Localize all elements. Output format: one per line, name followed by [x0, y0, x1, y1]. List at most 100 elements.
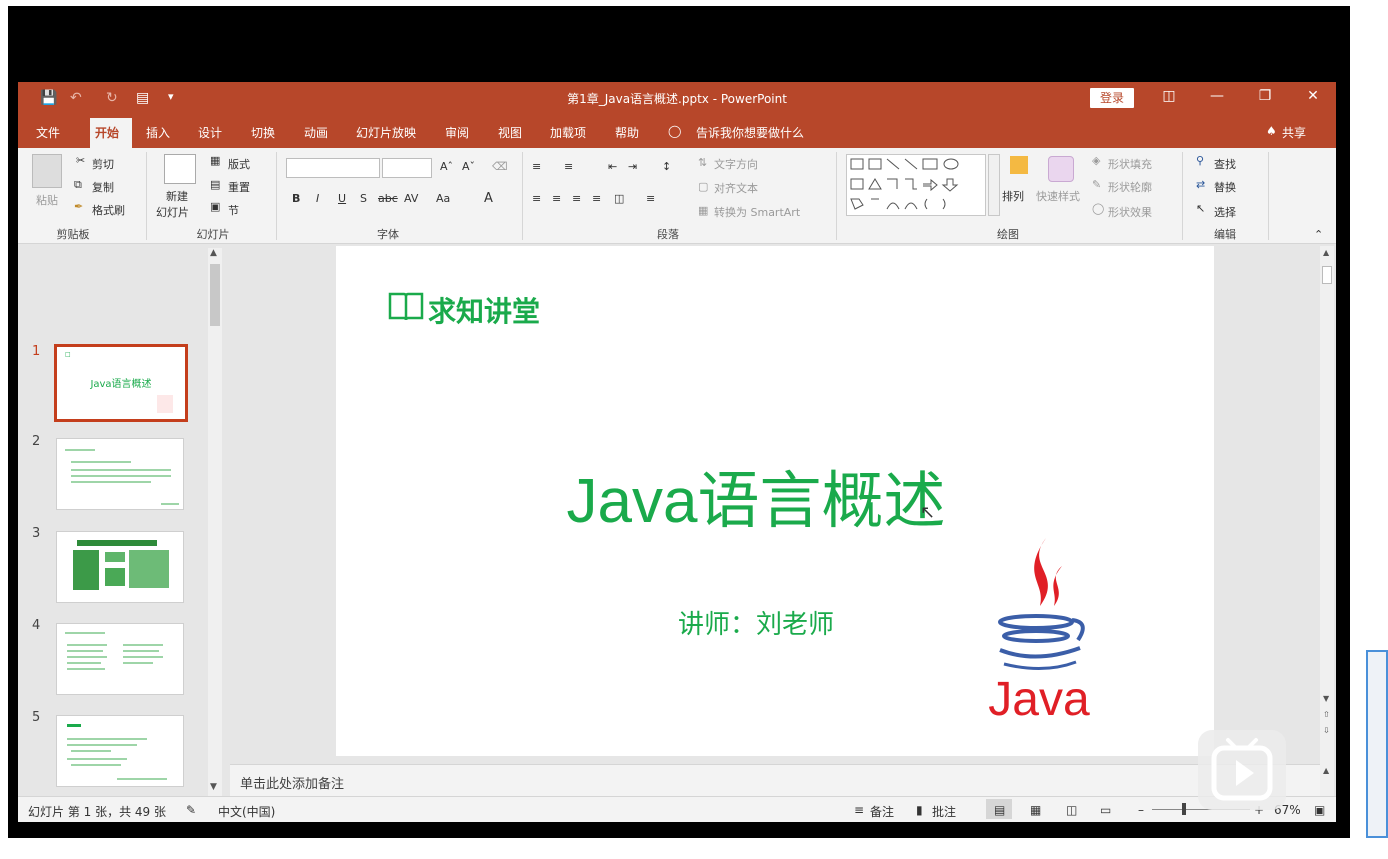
- shadow-button[interactable]: S: [360, 192, 367, 205]
- notes-placeholder[interactable]: 单击此处添加备注: [240, 773, 344, 792]
- new-slide-icon[interactable]: [164, 154, 196, 184]
- slide-scroll-thumb[interactable]: [1322, 266, 1332, 284]
- thumbnail-slide-5[interactable]: [56, 715, 184, 787]
- tab-review[interactable]: 审阅: [445, 124, 469, 141]
- proofing-icon[interactable]: ✎: [186, 803, 196, 817]
- shape-fill-icon[interactable]: ◈: [1092, 154, 1100, 167]
- format-painter-icon[interactable]: ✒: [74, 200, 83, 213]
- smartart-icon[interactable]: ▦: [698, 204, 708, 217]
- slide-canvas[interactable]: 求知讲堂 Java语言概述 讲师：刘老师 Java ↖: [336, 246, 1214, 756]
- new-slide-label[interactable]: 新建: [166, 188, 188, 204]
- select-button[interactable]: 选择: [1214, 204, 1236, 220]
- notes-icon[interactable]: ≡: [854, 803, 864, 817]
- font-color-icon[interactable]: A: [484, 191, 493, 206]
- find-button[interactable]: 查找: [1214, 156, 1236, 172]
- ribbon-display-options-icon[interactable]: ◫: [1157, 88, 1181, 104]
- line-spacing-icon[interactable]: ↕: [662, 160, 671, 173]
- minimize-icon[interactable]: —: [1205, 88, 1229, 104]
- scroll-up-icon[interactable]: ▲: [210, 248, 217, 258]
- scroll-up-icon[interactable]: ▲: [1323, 766, 1329, 775]
- fit-to-window-icon[interactable]: ▣: [1314, 803, 1325, 817]
- paste-icon[interactable]: [32, 154, 62, 188]
- zoom-slider-thumb[interactable]: [1182, 803, 1186, 815]
- reading-view-icon[interactable]: ◫: [1066, 803, 1077, 817]
- replace-button[interactable]: 替换: [1214, 179, 1236, 195]
- share-icon[interactable]: ♠: [1266, 124, 1277, 138]
- notes-pane[interactable]: 单击此处添加备注: [230, 764, 1320, 796]
- copy-icon[interactable]: ⧉: [74, 178, 82, 192]
- shape-fill-button[interactable]: 形状填充: [1108, 156, 1152, 172]
- shrink-font-icon[interactable]: Aˇ: [462, 160, 475, 173]
- grow-font-icon[interactable]: Aˆ: [440, 160, 453, 173]
- shapes-gallery-scroll[interactable]: [988, 154, 1000, 216]
- shape-effects-icon[interactable]: ◯: [1092, 202, 1104, 215]
- font-size-dropdown[interactable]: [382, 158, 432, 178]
- zoom-out-icon[interactable]: –: [1138, 803, 1144, 817]
- close-icon[interactable]: ✕: [1301, 88, 1325, 104]
- tab-view[interactable]: 视图: [498, 124, 522, 141]
- align-text-icon[interactable]: ▢: [698, 180, 708, 193]
- text-direction-button[interactable]: 文字方向: [714, 156, 758, 172]
- new-slide-label-2[interactable]: 幻灯片: [156, 204, 189, 220]
- comments-icon[interactable]: ▮: [916, 803, 923, 817]
- bullets-icon[interactable]: ≡: [532, 160, 541, 173]
- thumbnail-slide-4[interactable]: [56, 623, 184, 695]
- find-icon[interactable]: ⚲: [1196, 154, 1204, 167]
- slide-title[interactable]: Java语言概述: [336, 450, 1176, 540]
- slideshow-view-icon[interactable]: ▭: [1100, 803, 1111, 817]
- decrease-indent-icon[interactable]: ⇤: [608, 160, 617, 173]
- thumbnails-scrollbar[interactable]: ▲ ▼: [208, 248, 222, 796]
- collapse-ribbon-icon[interactable]: ⌃: [1314, 228, 1323, 241]
- shapes-gallery[interactable]: [846, 154, 986, 216]
- layout-button[interactable]: 版式: [228, 156, 250, 172]
- tab-addins[interactable]: 加载项: [550, 124, 586, 141]
- tab-animations[interactable]: 动画: [304, 124, 328, 141]
- thumbnail-slide-2[interactable]: [56, 438, 184, 510]
- columns-icon[interactable]: ◫: [614, 192, 624, 205]
- scroll-up-icon[interactable]: ▲: [1323, 248, 1329, 257]
- shape-outline-button[interactable]: 形状轮廓: [1108, 179, 1152, 195]
- scroll-down-icon[interactable]: ▼: [210, 782, 217, 792]
- notes-toggle[interactable]: 备注: [870, 803, 894, 820]
- select-icon[interactable]: ↖: [1196, 202, 1205, 215]
- language-indicator[interactable]: 中文(中国): [218, 803, 275, 820]
- reset-icon[interactable]: ▤: [210, 178, 220, 191]
- tab-transitions[interactable]: 切换: [251, 124, 275, 141]
- italic-button[interactable]: I: [316, 192, 319, 205]
- layout-icon[interactable]: ▦: [210, 154, 220, 167]
- reset-button[interactable]: 重置: [228, 179, 250, 195]
- align-right-icon[interactable]: ≡: [572, 192, 581, 205]
- clear-format-icon[interactable]: ⌫: [492, 160, 508, 173]
- tell-me-search[interactable]: 告诉我你想要做什么: [696, 124, 804, 141]
- section-button[interactable]: 节: [228, 202, 239, 218]
- next-slide-icon[interactable]: ⇩: [1323, 726, 1330, 735]
- replace-icon[interactable]: ⇄: [1196, 178, 1205, 191]
- bold-button[interactable]: B: [292, 192, 300, 205]
- tab-help[interactable]: 帮助: [615, 124, 639, 141]
- share-button[interactable]: 共享: [1282, 124, 1306, 141]
- previous-slide-icon[interactable]: ⇧: [1323, 710, 1330, 719]
- tab-insert[interactable]: 插入: [146, 124, 170, 141]
- character-spacing-icon[interactable]: AV: [404, 192, 418, 205]
- numbering-icon[interactable]: ≡: [564, 160, 573, 173]
- increase-indent-icon[interactable]: ⇥: [628, 160, 637, 173]
- thumbnails-scroll-thumb[interactable]: [210, 264, 220, 326]
- quick-styles-icon[interactable]: [1048, 156, 1074, 182]
- justify-icon[interactable]: ≡: [592, 192, 601, 205]
- underline-button[interactable]: U: [338, 192, 346, 205]
- section-icon[interactable]: ▣: [210, 200, 220, 213]
- tab-file[interactable]: 文件: [36, 124, 60, 141]
- text-direction-icon[interactable]: ⇅: [698, 156, 707, 169]
- copy-button[interactable]: 复制: [92, 179, 114, 195]
- slide-scrollbar[interactable]: ▲ ▼ ⇧ ⇩ ▲: [1320, 246, 1334, 796]
- login-button[interactable]: 登录: [1090, 88, 1134, 108]
- paste-button[interactable]: 粘贴: [36, 192, 58, 208]
- cut-button[interactable]: 剪切: [92, 156, 114, 172]
- align-text-vertical-icon[interactable]: ≡: [646, 192, 655, 205]
- tab-home[interactable]: 开始: [95, 124, 119, 141]
- convert-smartart-button[interactable]: 转换为 SmartArt: [714, 204, 800, 220]
- quick-styles-button[interactable]: 快速样式: [1036, 188, 1080, 204]
- video-play-overlay[interactable]: [1198, 730, 1286, 810]
- align-center-icon[interactable]: ≡: [552, 192, 561, 205]
- tab-design[interactable]: 设计: [198, 124, 222, 141]
